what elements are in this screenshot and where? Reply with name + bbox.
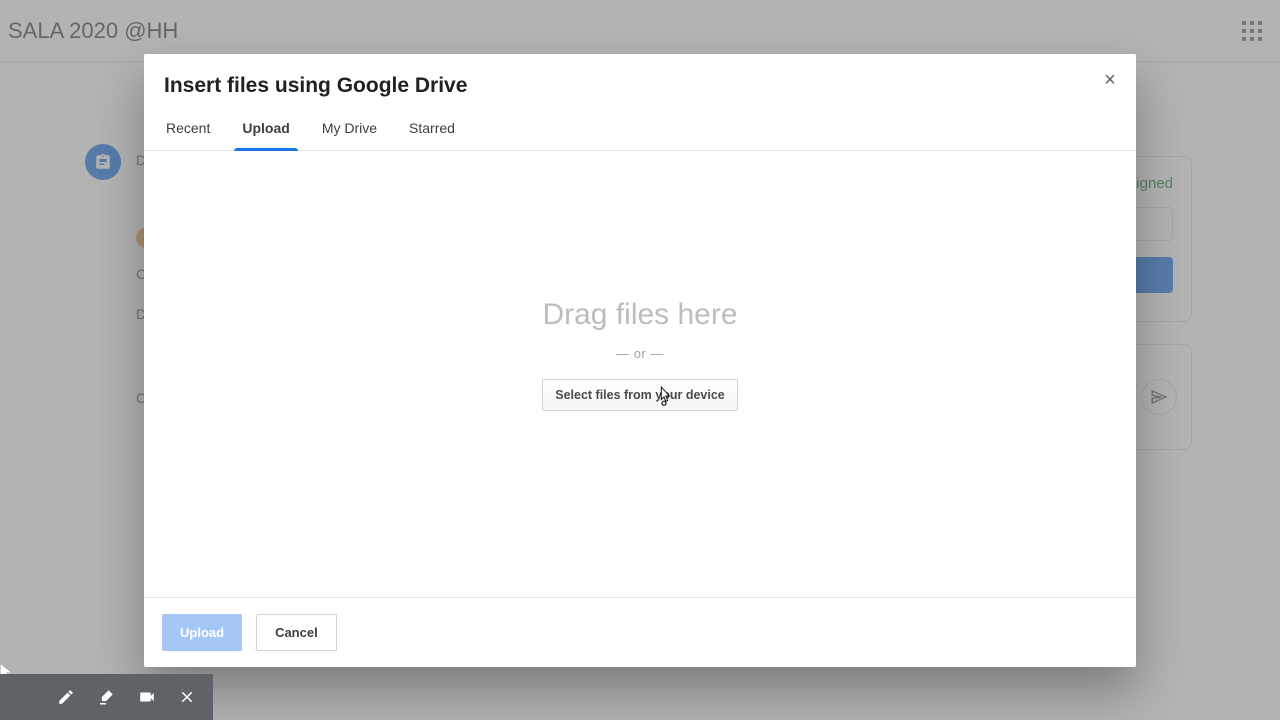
tab-upload[interactable]: Upload	[226, 106, 305, 150]
cancel-button[interactable]: Cancel	[256, 614, 337, 651]
file-picker-modal: Insert files using Google Drive × Recent…	[144, 54, 1136, 667]
upload-dropzone[interactable]: Drag files here — or — Select files from…	[144, 151, 1136, 597]
drag-files-label: Drag files here	[542, 298, 737, 332]
modal-header: Insert files using Google Drive ×	[144, 54, 1136, 106]
close-toolbar-icon[interactable]	[169, 679, 205, 715]
upload-button[interactable]: Upload	[162, 614, 242, 651]
camera-tool-icon[interactable]	[129, 679, 165, 715]
modal-footer: Upload Cancel	[144, 597, 1136, 667]
pen-tool-icon[interactable]	[48, 679, 84, 715]
modal-tabs: Recent Upload My Drive Starred	[144, 106, 1136, 151]
or-separator: — or —	[616, 346, 664, 361]
tab-starred[interactable]: Starred	[393, 106, 471, 150]
recording-toolbar	[0, 674, 213, 720]
modal-title: Insert files using Google Drive	[164, 74, 1116, 98]
highlighter-tool-icon[interactable]	[88, 679, 124, 715]
tab-my-drive[interactable]: My Drive	[306, 106, 393, 150]
tab-recent[interactable]: Recent	[150, 106, 226, 150]
close-icon[interactable]: ×	[1098, 68, 1122, 92]
select-files-button[interactable]: Select files from your device	[542, 379, 738, 411]
